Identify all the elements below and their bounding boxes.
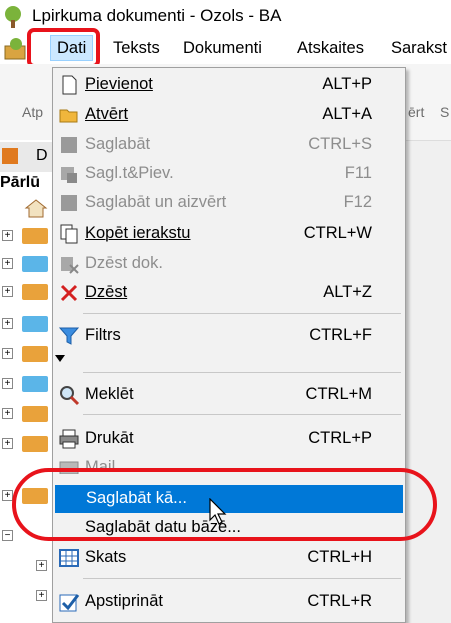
folder-icon xyxy=(22,376,48,392)
menu-atskaites[interactable]: Atskaites xyxy=(297,39,364,58)
search-icon xyxy=(60,386,80,406)
menu-item-apstiprinat[interactable]: Apstiprināt CTRL+R xyxy=(54,588,404,616)
folder-icon xyxy=(22,436,48,452)
checkmark-icon xyxy=(59,594,80,612)
new-page-icon xyxy=(62,75,77,95)
menu-separator xyxy=(83,414,401,415)
doc-tab-label[interactable]: D xyxy=(36,147,48,165)
folder-icon xyxy=(22,228,48,244)
window-title: Lpirkuma dokumenti - Ozols - BA xyxy=(32,6,282,25)
tree-expand-icon[interactable]: + xyxy=(2,438,13,449)
tree-expand-icon[interactable]: + xyxy=(2,258,13,269)
menu-separator xyxy=(83,372,401,373)
delete-doc-icon xyxy=(61,257,79,274)
doc-tab-row: D xyxy=(0,142,52,172)
save-close-icon xyxy=(61,195,77,211)
panel-header: Pārlū xyxy=(0,174,41,191)
home-icon xyxy=(24,199,48,218)
tree-collapse-icon[interactable]: − xyxy=(2,530,13,541)
menu-item-saglabat-aizvert[interactable]: Saglabāt un aizvērt F12 xyxy=(54,189,404,217)
folder-icon xyxy=(22,406,48,422)
tree-expand-icon[interactable]: + xyxy=(2,348,13,359)
tree-expand-icon[interactable]: + xyxy=(2,408,13,419)
folder-icon xyxy=(22,316,48,332)
tree-expand-icon[interactable]: + xyxy=(2,286,13,297)
tree-expand-icon[interactable]: + xyxy=(2,378,13,389)
tree-expand-icon[interactable]: + xyxy=(36,590,47,601)
save-add-icon xyxy=(61,167,77,183)
menu-item-drukat[interactable]: Drukāt CTRL+P xyxy=(54,425,404,453)
toolbar-button-fragment[interactable]: S xyxy=(440,104,449,120)
menu-separator xyxy=(83,313,401,314)
highlight-rectangle xyxy=(27,28,100,68)
app-logo-icon xyxy=(5,6,21,28)
filter-icon xyxy=(58,327,80,345)
folder-icon xyxy=(22,256,48,272)
folder-icon xyxy=(22,346,48,362)
menu-item-atvert[interactable]: Atvērt ALT+A xyxy=(54,101,404,129)
menu-item-dzest[interactable]: Dzēst ALT+Z xyxy=(54,279,404,307)
submenu-arrow-icon xyxy=(55,355,65,362)
doc-tab-icon xyxy=(2,148,18,164)
mouse-cursor-icon xyxy=(209,498,227,525)
menu-item-skats[interactable]: Skats CTRL+H xyxy=(54,544,404,572)
menu-separator xyxy=(83,578,401,579)
printer-icon xyxy=(59,429,79,449)
folder-icon xyxy=(22,284,48,300)
toolbar-button-fragment[interactable]: Atp xyxy=(22,104,43,120)
menu-item-dzest-dok[interactable]: Dzēst dok. xyxy=(54,250,404,278)
app-menu-icon[interactable] xyxy=(3,36,29,62)
tree-expand-icon[interactable]: + xyxy=(2,318,13,329)
grid-view-icon xyxy=(59,549,79,567)
menu-item-filtrs[interactable]: Filtrs CTRL+F xyxy=(54,322,404,350)
menu-item-meklet[interactable]: Meklēt CTRL+M xyxy=(54,381,404,409)
toolbar-button-fragment[interactable]: ērt xyxy=(408,104,424,120)
menu-item-saglabat[interactable]: Saglabāt CTRL+S xyxy=(54,131,404,159)
menu-saraksti[interactable]: Sarakst xyxy=(391,39,447,58)
menu-item-pievienot[interactable]: Pievienot ALT+P xyxy=(54,71,404,99)
menu-item-sagl-piev[interactable]: Sagl.t&Piev. F11 xyxy=(54,160,404,188)
save-icon xyxy=(61,137,77,153)
tree-expand-icon[interactable]: + xyxy=(36,560,47,571)
copy-icon xyxy=(60,224,78,244)
menu-teksts[interactable]: Teksts xyxy=(113,39,160,58)
menu-dokumenti[interactable]: Dokumenti xyxy=(183,39,262,58)
open-folder-icon xyxy=(59,109,78,123)
tree-expand-icon[interactable]: + xyxy=(2,230,13,241)
delete-x-icon xyxy=(60,284,78,302)
menu-item-kopet-ierakstu[interactable]: Kopēt ierakstu CTRL+W xyxy=(54,220,404,248)
